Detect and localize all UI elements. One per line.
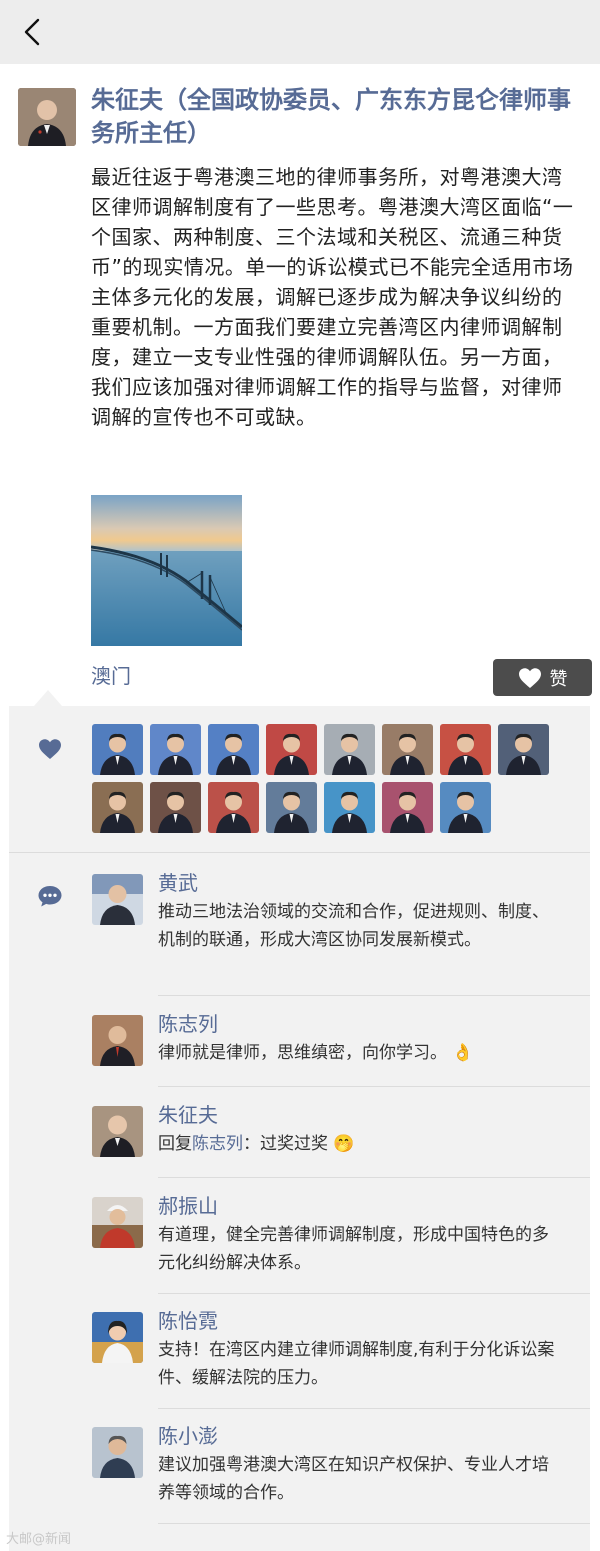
commenter-avatar[interactable]	[92, 1106, 143, 1157]
liker-avatar[interactable]	[440, 782, 491, 833]
liker-avatar[interactable]	[382, 724, 433, 775]
commenter-name[interactable]: 陈志列	[158, 1009, 218, 1039]
commenter-name[interactable]: 陈小澎	[158, 1421, 218, 1451]
comment-bubble-icon	[37, 884, 63, 912]
comment-text: 支持！在湾区内建立律师调解制度,有利于分化诉讼案件、缓解法院的压力。	[158, 1340, 555, 1388]
commenter-avatar[interactable]	[92, 1197, 143, 1248]
commenter-name[interactable]: 朱征夫	[158, 1100, 218, 1130]
commenter-name[interactable]: 黄武	[158, 868, 198, 898]
liker-avatar[interactable]	[92, 724, 143, 775]
divider	[158, 995, 590, 996]
ok-hand-emoji: 👌	[452, 1043, 474, 1063]
like-button-label: 赞	[549, 668, 568, 690]
chevron-left-icon	[24, 18, 40, 46]
divider	[158, 1523, 590, 1524]
panel-arrow	[34, 690, 62, 706]
heart-icon	[518, 667, 541, 688]
divider	[158, 1177, 590, 1178]
face-emoji: 🤭	[333, 1134, 355, 1154]
commenter-name[interactable]: 郝振山	[158, 1191, 218, 1221]
comment-text: 有道理，健全完善律师调解制度，形成中国特色的多元化纠纷解决体系。	[158, 1225, 549, 1273]
likes-comments-panel: 黄武 推动三地法治领域的交流和合作，促进规则、制度、机制的联通，形成大湾区协同发…	[9, 706, 590, 1551]
commenter-avatar[interactable]	[92, 1015, 143, 1066]
watermark: 大邮@新闻	[6, 1532, 72, 1547]
comment-text: 建议加强粤港澳大湾区在知识产权保护、专业人才培养等领域的合作。	[158, 1455, 549, 1503]
liker-avatar[interactable]	[266, 724, 317, 775]
like-button[interactable]: 赞	[493, 659, 592, 696]
divider	[158, 1086, 590, 1087]
back-button[interactable]	[18, 14, 52, 50]
liker-avatar[interactable]	[150, 782, 201, 833]
location-link[interactable]: 澳门	[91, 660, 131, 692]
author-avatar[interactable]	[18, 88, 76, 146]
top-bar	[0, 0, 600, 64]
divider	[158, 1408, 590, 1409]
commenter-avatar[interactable]	[92, 874, 143, 925]
commenter-name[interactable]: 陈怡霓	[158, 1306, 218, 1336]
author-name[interactable]: 朱征夫（全国政协委员、广东东方昆仑律师事务所主任）	[91, 84, 581, 150]
liker-avatar[interactable]	[208, 782, 259, 833]
comment-text: 推动三地法治领域的交流和合作，促进规则、制度、机制的联通，形成大湾区协同发展新模…	[158, 902, 549, 950]
commenter-avatar[interactable]	[92, 1427, 143, 1478]
divider	[158, 1293, 590, 1294]
liker-avatar[interactable]	[324, 782, 375, 833]
liker-avatar[interactable]	[324, 724, 375, 775]
likes-heart-icon	[37, 738, 63, 764]
liker-avatar[interactable]	[382, 782, 433, 833]
comment-text: 回复陈志列：过奖过奖 🤭	[158, 1134, 355, 1154]
commenter-avatar[interactable]	[92, 1312, 143, 1363]
reply-to-name[interactable]: 陈志列	[192, 1134, 243, 1154]
liker-avatar[interactable]	[266, 782, 317, 833]
divider	[9, 852, 590, 853]
liker-avatar[interactable]	[92, 782, 143, 833]
liker-avatar[interactable]	[498, 724, 549, 775]
liker-avatar[interactable]	[440, 724, 491, 775]
post-text: 最近往返于粤港澳三地的律师事务所，对粤港澳大湾区律师调解制度有了一些思考。粤港澳…	[91, 165, 574, 429]
post-image[interactable]	[91, 495, 242, 646]
liker-avatar[interactable]	[150, 724, 201, 775]
liker-avatar[interactable]	[208, 724, 259, 775]
comment-text: 律师就是律师，思维缜密，向你学习。 👌	[158, 1043, 474, 1063]
